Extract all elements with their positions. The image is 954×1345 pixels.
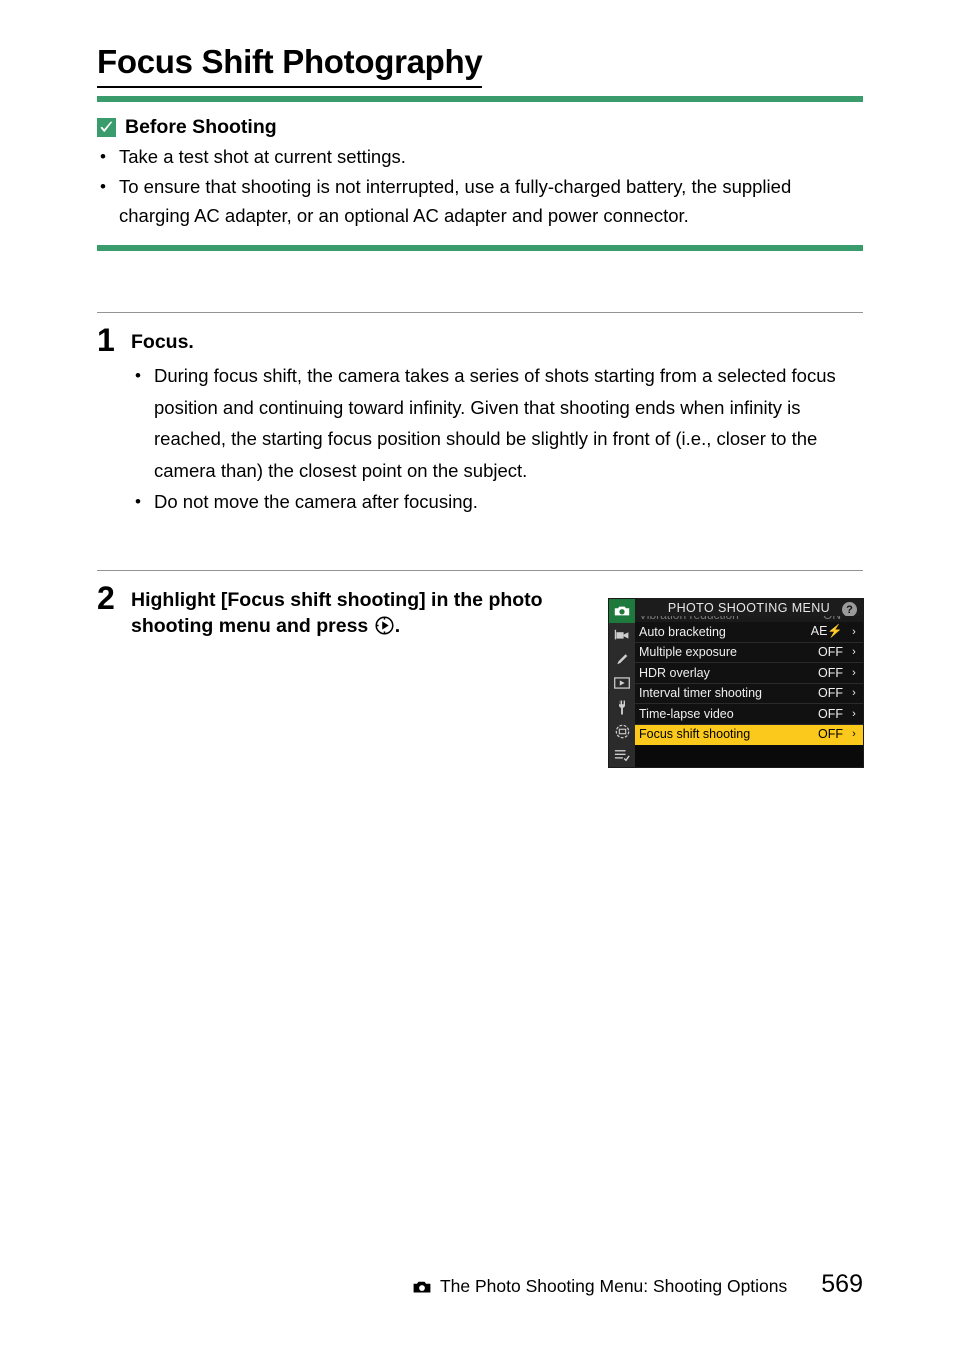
multi-selector-right-icon	[375, 616, 394, 642]
step-1-heading: Focus.	[131, 331, 194, 353]
custom-settings-menu-icon[interactable]	[609, 647, 635, 671]
menu-row-focus-shift-shooting[interactable]: Focus shift shooting OFF ›	[635, 724, 863, 745]
chevron-right-icon: ›	[852, 625, 856, 638]
retouch-menu-icon[interactable]	[609, 719, 635, 743]
page-footer: The Photo Shooting Menu: Shooting Option…	[97, 1272, 863, 1298]
camera-icon	[412, 1280, 432, 1299]
menu-rows: Auto bracketing AE⚡ › Multiple exposure …	[635, 622, 863, 745]
menu-row-time-lapse-video[interactable]: Time-lapse video OFF ›	[635, 704, 863, 725]
menu-sidebar	[609, 599, 635, 767]
photo-shooting-menu-screenshot: PHOTO SHOOTING MENU ? Vibration reductio…	[608, 598, 864, 768]
menu-row-label: Auto bracketing	[639, 624, 726, 639]
check-square-icon	[97, 117, 116, 137]
menu-empty-area	[635, 745, 863, 767]
step-2-heading-suffix: .	[394, 615, 401, 637]
chevron-right-icon: ›	[852, 687, 856, 700]
menu-row-interval-timer-shooting[interactable]: Interval timer shooting OFF ›	[635, 684, 863, 704]
menu-row-value: OFF	[818, 665, 843, 680]
menu-row-label: Focus shift shooting	[639, 727, 751, 742]
menu-row-partial-value: ON	[823, 616, 841, 622]
list-item: During focus shift, the camera takes a s…	[131, 360, 863, 486]
list-item: Take a test shot at current settings.	[97, 142, 863, 172]
step-2-heading-text: Highlight [Focus shift shooting] in the …	[131, 589, 543, 637]
photo-shooting-menu-icon[interactable]	[609, 599, 635, 623]
step-1: 1 Focus. During focus shift, the camera …	[97, 312, 863, 518]
chevron-right-icon: ›	[852, 728, 856, 741]
help-icon[interactable]: ?	[842, 602, 857, 617]
menu-row-label: Time-lapse video	[639, 706, 734, 721]
menu-row-label: HDR overlay	[639, 665, 710, 680]
page-number: 569	[821, 1270, 863, 1298]
setup-menu-icon[interactable]	[609, 695, 635, 719]
notice-bottom-rule	[97, 244, 863, 251]
menu-row-label: Multiple exposure	[639, 645, 737, 660]
footer-text: The Photo Shooting Menu: Shooting Option…	[439, 1276, 788, 1296]
chevron-right-icon: ›	[852, 666, 856, 679]
playback-menu-icon[interactable]	[609, 671, 635, 695]
movie-shooting-menu-icon[interactable]	[609, 623, 635, 647]
step-2-heading: Highlight [Focus shift shooting] in the …	[131, 587, 601, 642]
menu-header: PHOTO SHOOTING MENU ?	[635, 599, 863, 617]
menu-row-auto-bracketing[interactable]: Auto bracketing AE⚡ ›	[635, 622, 863, 643]
step-2-number: 2	[97, 580, 115, 616]
list-item: To ensure that shooting is not interrupt…	[97, 172, 863, 231]
menu-row-multiple-exposure[interactable]: Multiple exposure OFF ›	[635, 643, 863, 663]
menu-row-value: OFF	[818, 645, 843, 660]
list-item: Do not move the camera after focusing.	[131, 486, 863, 518]
menu-row-label: Interval timer shooting	[639, 686, 762, 701]
menu-header-title: PHOTO SHOOTING MENU	[667, 600, 831, 615]
page-title-block: Focus Shift Photography	[97, 42, 863, 88]
menu-row-partial[interactable]: Vibration reduction ON	[635, 616, 863, 622]
menu-row-partial-label: Vibration reduction	[639, 616, 739, 622]
my-menu-icon[interactable]	[609, 743, 635, 767]
menu-row-value: OFF	[818, 706, 843, 721]
manual-page: Focus Shift Photography Before Shooting …	[0, 0, 954, 1345]
menu-row-value: OFF	[818, 727, 843, 742]
menu-row-hdr-overlay[interactable]: HDR overlay OFF ›	[635, 663, 863, 684]
menu-row-value: OFF	[818, 686, 843, 701]
menu-main-panel: PHOTO SHOOTING MENU ? Vibration reductio…	[635, 599, 863, 767]
chevron-right-icon: ›	[852, 707, 856, 720]
step-1-rule	[97, 312, 863, 313]
step-2-rule	[97, 570, 863, 571]
menu-row-value: AE⚡	[810, 624, 843, 639]
chevron-right-icon: ›	[852, 646, 856, 659]
notice-heading-row: Before Shooting	[97, 115, 863, 139]
step-1-number: 1	[97, 322, 115, 358]
page-title: Focus Shift Photography	[97, 42, 483, 88]
step-1-list: During focus shift, the camera takes a s…	[131, 360, 863, 518]
before-shooting-notice: Before Shooting Take a test shot at curr…	[97, 96, 863, 251]
notice-top-rule	[97, 96, 863, 102]
notice-list: Take a test shot at current settings. To…	[97, 142, 863, 231]
notice-heading: Before Shooting	[125, 116, 277, 138]
